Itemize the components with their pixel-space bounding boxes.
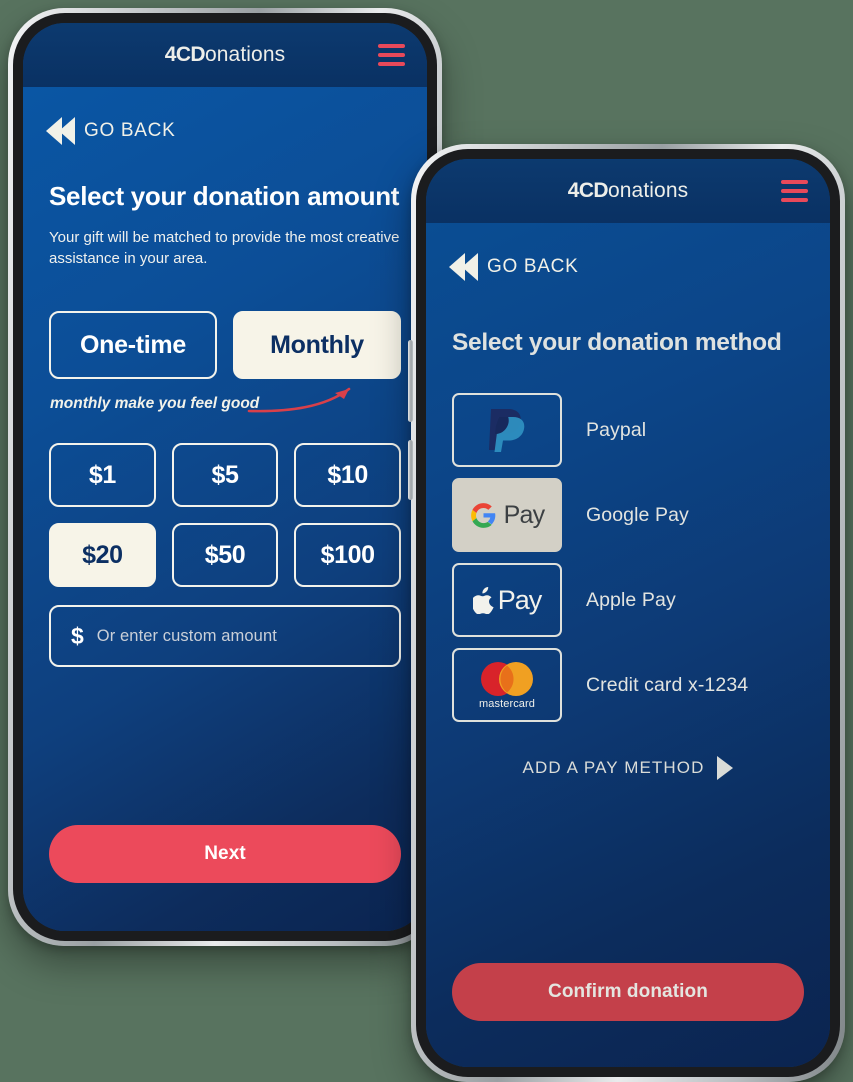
- annotation-text: monthly make you feel good: [50, 395, 260, 413]
- payment-method-label: Google Pay: [586, 503, 689, 526]
- device-volume-up-button[interactable]: [408, 340, 413, 422]
- amount-option-1[interactable]: $1: [49, 443, 156, 508]
- app-header-left: 4CDonations: [23, 23, 427, 87]
- add-pay-method-button[interactable]: ADD A PAY METHOD: [452, 756, 804, 780]
- payment-method-label: Credit card x-1234: [586, 673, 749, 696]
- payment-method-apple-pay[interactable]: Pay Apple Pay: [452, 563, 804, 637]
- mastercard-wordmark: mastercard: [478, 697, 536, 710]
- paypal-logo: [489, 409, 525, 452]
- payment-method-google-pay[interactable]: Pay Google Pay: [452, 478, 804, 552]
- payment-method-list: Paypal Pay Google Pay Pay Apple Pay mast…: [452, 393, 804, 722]
- page-title: Select your donation amount: [49, 181, 400, 211]
- screen-donation-amount: 4CDonations GO BACK Select your donation…: [23, 23, 427, 931]
- hamburger-bar: [378, 62, 405, 66]
- frequency-option-monthly[interactable]: Monthly: [233, 311, 401, 380]
- go-back-label: GO BACK: [487, 256, 579, 277]
- payment-method-credit-card[interactable]: mastercard Credit card x-1234: [452, 648, 804, 722]
- screen-donation-method: 4CDonations GO BACK Select your donation…: [426, 159, 830, 1067]
- google-pay-text: Pay: [503, 500, 545, 529]
- apple-pay-logo: Pay: [472, 584, 543, 616]
- custom-amount-input[interactable]: $ Or enter custom amount: [49, 605, 401, 668]
- frequency-option-one-time[interactable]: One-time: [49, 311, 217, 380]
- apple-pay-text: Pay: [497, 584, 543, 615]
- payment-method-label: Paypal: [586, 418, 647, 441]
- phone-device-left: 4CDonations GO BACK Select your donation…: [8, 8, 445, 946]
- app-logo-bold: 4CD: [164, 43, 206, 66]
- app-logo-bold: 4CD: [567, 179, 609, 202]
- device-volume-down-button[interactable]: [408, 440, 413, 500]
- hamburger-menu-icon[interactable]: [378, 44, 405, 66]
- confirm-donation-button[interactable]: Confirm donation: [452, 963, 804, 1021]
- device-bezel-right: 4CDonations GO BACK Select your donation…: [416, 149, 840, 1077]
- payment-method-label: Apple Pay: [586, 588, 676, 611]
- dollar-sign-icon: $: [71, 622, 84, 649]
- page-subtitle: Your gift will be matched to provide the…: [49, 229, 400, 267]
- apple-icon: [472, 586, 494, 614]
- app-logo-light: onations: [608, 179, 689, 202]
- hamburger-bar: [781, 180, 808, 184]
- mastercard-circles-icon: [481, 661, 533, 696]
- double-chevron-left-icon: [46, 117, 75, 145]
- mastercard-logo-tile: mastercard: [452, 648, 562, 722]
- go-back-button[interactable]: GO BACK: [449, 223, 579, 281]
- apple-pay-logo-tile: Pay: [452, 563, 562, 637]
- amount-option-20[interactable]: $20: [49, 523, 156, 588]
- hamburger-bar: [781, 198, 808, 202]
- add-pay-method-label: ADD A PAY METHOD: [522, 758, 705, 777]
- payment-method-paypal[interactable]: Paypal: [452, 393, 804, 467]
- phone-device-right: 4CDonations GO BACK Select your donation…: [408, 144, 845, 1082]
- app-header-right: 4CDonations: [426, 159, 830, 223]
- google-pay-logo: Pay: [470, 501, 545, 530]
- device-bezel-left: 4CDonations GO BACK Select your donation…: [13, 13, 437, 941]
- app-logo-light: onations: [205, 43, 286, 66]
- hamburger-bar: [378, 44, 405, 48]
- custom-amount-placeholder: Or enter custom amount: [96, 626, 277, 645]
- next-button[interactable]: Next: [49, 825, 401, 883]
- hamburger-bar: [378, 53, 405, 57]
- page-title: Select your donation method: [452, 329, 782, 356]
- hamburger-bar: [781, 189, 808, 193]
- amount-grid: $1 $5 $10 $20 $50 $100: [49, 443, 401, 588]
- go-back-button[interactable]: GO BACK: [46, 87, 176, 145]
- amount-option-100[interactable]: $100: [294, 523, 401, 588]
- annotation-arrow-icon: [247, 388, 351, 413]
- go-back-label: GO BACK: [84, 120, 176, 141]
- app-logo: 4CDonations: [165, 43, 285, 67]
- app-logo: 4CDonations: [568, 179, 688, 203]
- mastercard-logo: mastercard: [478, 661, 536, 710]
- double-chevron-left-icon: [449, 253, 478, 281]
- screen-body-left: GO BACK Select your donation amount Your…: [23, 87, 427, 931]
- frequency-toggle-group: One-time Monthly: [49, 311, 401, 380]
- google-g-icon: [470, 502, 495, 528]
- amount-option-10[interactable]: $10: [294, 443, 401, 508]
- paypal-logo-tile: [452, 393, 562, 467]
- hamburger-menu-icon[interactable]: [781, 180, 808, 202]
- amount-option-50[interactable]: $50: [171, 523, 279, 588]
- play-triangle-right-icon: [717, 756, 734, 780]
- annotation-monthly: monthly make you feel good: [49, 385, 401, 427]
- google-pay-logo-tile: Pay: [452, 478, 562, 552]
- screen-body-right: GO BACK Select your donation method Payp…: [426, 223, 830, 1067]
- amount-option-5[interactable]: $5: [171, 443, 279, 508]
